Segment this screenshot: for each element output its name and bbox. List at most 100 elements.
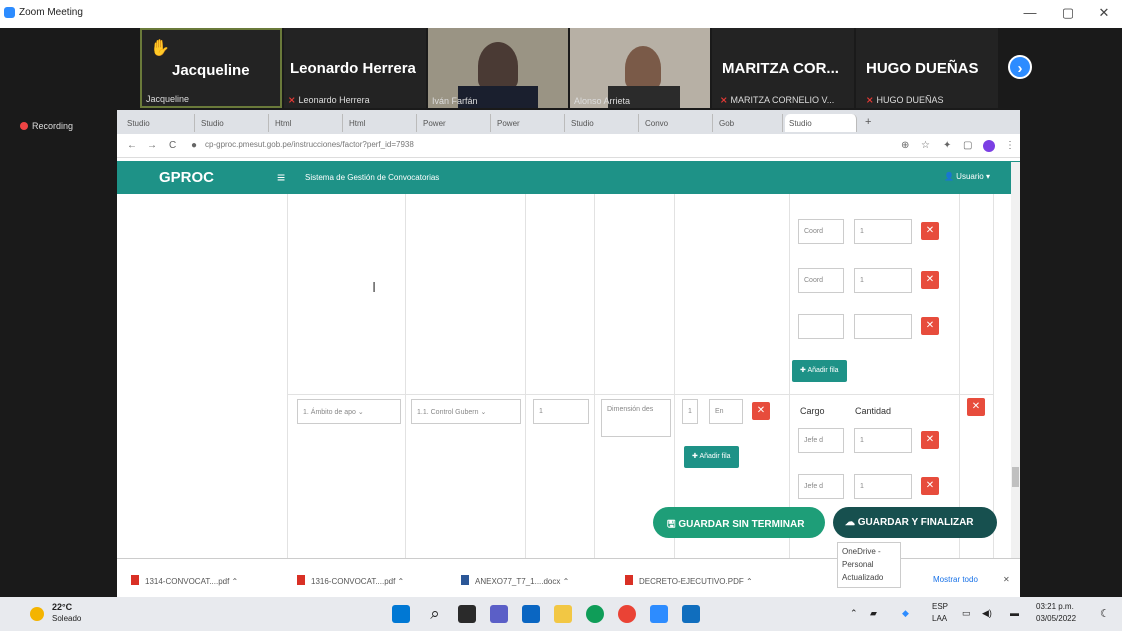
delete-row-button[interactable]: ✕ xyxy=(921,431,939,449)
clock-time[interactable]: 03:21 p.m. xyxy=(1036,602,1074,611)
cantidad-input[interactable]: 1 xyxy=(854,268,912,293)
edge-icon[interactable] xyxy=(586,605,604,623)
bookmark-star-icon[interactable]: ☆ xyxy=(921,140,930,151)
browser-tab[interactable]: Convo xyxy=(641,114,713,132)
word-file-icon xyxy=(461,575,469,585)
download-item[interactable]: DECRETO-EJECUTIVO.PDF ⌃ xyxy=(625,575,753,586)
participant-video-figure xyxy=(478,42,518,90)
participant-tile[interactable]: MARITZA COR... ⨯ MARITZA CORNELIO V... xyxy=(712,28,854,108)
participant-tile[interactable]: HUGO DUEÑAS ⨯ HUGO DUEÑAS xyxy=(856,28,998,108)
teams-icon[interactable] xyxy=(490,605,508,623)
cantidad-input[interactable]: 1 xyxy=(854,474,912,499)
page-scrollbar[interactable] xyxy=(1011,162,1020,602)
cantidad-input[interactable] xyxy=(854,314,912,339)
browser-tab[interactable]: Gob xyxy=(715,114,783,132)
column-divider xyxy=(789,194,790,602)
delete-row-button[interactable]: ✕ xyxy=(921,477,939,495)
reload-icon[interactable]: C xyxy=(169,140,176,151)
zoom-titlebar: Zoom Meeting — ▢ ✕ xyxy=(0,0,1122,28)
zoom-app-icon[interactable] xyxy=(650,605,668,623)
task-view-icon[interactable] xyxy=(458,605,476,623)
maximize-button[interactable]: ▢ xyxy=(1058,5,1078,21)
delete-row-button[interactable]: ✕ xyxy=(752,402,770,420)
windows-start-icon[interactable] xyxy=(392,605,410,623)
browser-tab-active[interactable]: Studio xyxy=(785,114,857,132)
tray-overflow-icon[interactable]: ⌃ xyxy=(850,608,858,619)
delete-row-button[interactable]: ✕ xyxy=(921,271,939,289)
language-indicator[interactable]: ESP xyxy=(932,602,948,611)
battery-icon[interactable]: ▬ xyxy=(1010,608,1019,618)
participant-tile[interactable]: Leonardo Herrera ⨯ Leonardo Herrera xyxy=(284,28,426,108)
quantity-input[interactable]: 1 xyxy=(682,399,698,424)
app-header: GPROC ≡ Sistema de Gestión de Convocator… xyxy=(117,161,1020,194)
delete-group-button[interactable]: ✕ xyxy=(967,398,985,416)
app-brand[interactable]: GPROC xyxy=(159,169,214,186)
dimension-textarea[interactable]: Dimensión des xyxy=(601,399,671,437)
unit-input[interactable]: En xyxy=(709,399,743,424)
browser-tab[interactable]: Studio xyxy=(567,114,639,132)
back-icon[interactable]: ← xyxy=(127,140,137,151)
weather-sun-icon[interactable] xyxy=(30,607,44,621)
browser-tab[interactable]: Studio xyxy=(123,114,195,132)
recording-indicator: Recording xyxy=(20,121,73,131)
note-line: Actualizado xyxy=(842,573,884,582)
file-explorer-icon[interactable] xyxy=(554,605,572,623)
cargo-input[interactable]: Jefe d xyxy=(798,428,844,453)
add-row-button[interactable]: ✚ Añadir fila xyxy=(684,446,739,468)
participant-tile[interactable]: ✋ Jacqueline Jacqueline xyxy=(140,28,282,108)
extension-pin-icon[interactable]: ✦ xyxy=(943,140,951,151)
speaker-icon[interactable]: ◀) xyxy=(982,608,992,619)
hamburger-menu-icon[interactable]: ≡ xyxy=(277,169,285,185)
cargo-input[interactable] xyxy=(798,314,844,339)
participant-video-figure xyxy=(625,46,661,90)
word-app-icon[interactable] xyxy=(682,605,700,623)
number-input[interactable]: 1 xyxy=(533,399,589,424)
tray-dropbox-icon[interactable]: ◆ xyxy=(902,608,909,619)
pdf-file-icon xyxy=(625,575,633,585)
forward-icon[interactable]: → xyxy=(147,140,157,151)
close-downloads-button[interactable]: ✕ xyxy=(1003,575,1010,584)
control-select[interactable]: 1.1. Control Gubern ⌄ xyxy=(411,399,521,424)
save-final-button[interactable]: ☁ GUARDAR Y FINALIZAR xyxy=(833,507,997,538)
download-item[interactable]: 1316-CONVOCAT....pdf ⌃ xyxy=(297,575,404,586)
browser-tab[interactable]: Studio xyxy=(197,114,269,132)
search-icon[interactable]: ⌕ xyxy=(426,605,444,623)
chrome-icon[interactable] xyxy=(618,605,636,623)
cantidad-input[interactable]: 1 xyxy=(854,428,912,453)
delete-row-button[interactable]: ✕ xyxy=(921,317,939,335)
notification-icon[interactable]: ☾ xyxy=(1100,607,1110,620)
zoom-page-icon[interactable]: ⊕ xyxy=(901,140,909,151)
browser-tab[interactable]: Power xyxy=(419,114,491,132)
participant-label: Jacqueline xyxy=(146,94,190,104)
cantidad-input[interactable]: 1 xyxy=(854,219,912,244)
close-button[interactable]: ✕ xyxy=(1094,5,1114,21)
add-row-button[interactable]: ✚ Añadir fila xyxy=(792,360,847,382)
browser-tab[interactable]: Power xyxy=(493,114,565,132)
scrollbar-thumb[interactable] xyxy=(1012,467,1019,487)
cargo-input[interactable]: Coord xyxy=(798,219,844,244)
download-item[interactable]: ANEXO77_T7_1....docx ⌃ xyxy=(461,575,569,586)
weather-temp[interactable]: 22°C xyxy=(52,602,72,612)
cargo-input[interactable]: Coord xyxy=(798,268,844,293)
participant-video-tile[interactable]: Alonso Arrieta xyxy=(570,28,710,108)
tray-app-icon[interactable]: ▰ xyxy=(870,608,877,619)
show-all-downloads-link[interactable]: Mostrar todo xyxy=(933,575,978,584)
next-participants-button[interactable]: › xyxy=(1008,55,1032,79)
save-draft-button[interactable]: 🖫 GUARDAR SIN TERMINAR xyxy=(653,507,825,538)
profile-avatar[interactable] xyxy=(983,140,995,152)
url-field[interactable]: cp-gproc.pmesut.gob.pe/instrucciones/fac… xyxy=(205,140,414,149)
browser-tab[interactable]: Html xyxy=(271,114,343,132)
ambito-select[interactable]: 1. Ámbito de apo ⌄ xyxy=(297,399,401,424)
new-tab-button[interactable]: + xyxy=(861,114,881,132)
user-menu[interactable]: 👤 Usuario ▾ xyxy=(944,172,990,181)
download-item[interactable]: 1314-CONVOCAT....pdf ⌃ xyxy=(131,575,238,586)
display-icon[interactable]: ▭ xyxy=(962,608,971,619)
minimize-button[interactable]: — xyxy=(1020,5,1040,20)
cargo-input[interactable]: Jefe d xyxy=(798,474,844,499)
browser-tab[interactable]: Html xyxy=(345,114,417,132)
participant-video-tile[interactable]: Iván Farfán xyxy=(428,28,568,108)
tab-search-icon[interactable]: ▢ xyxy=(963,140,972,151)
widgets-icon[interactable] xyxy=(522,605,540,623)
delete-row-button[interactable]: ✕ xyxy=(921,222,939,240)
browser-menu-icon[interactable]: ⋮ xyxy=(1005,140,1015,151)
